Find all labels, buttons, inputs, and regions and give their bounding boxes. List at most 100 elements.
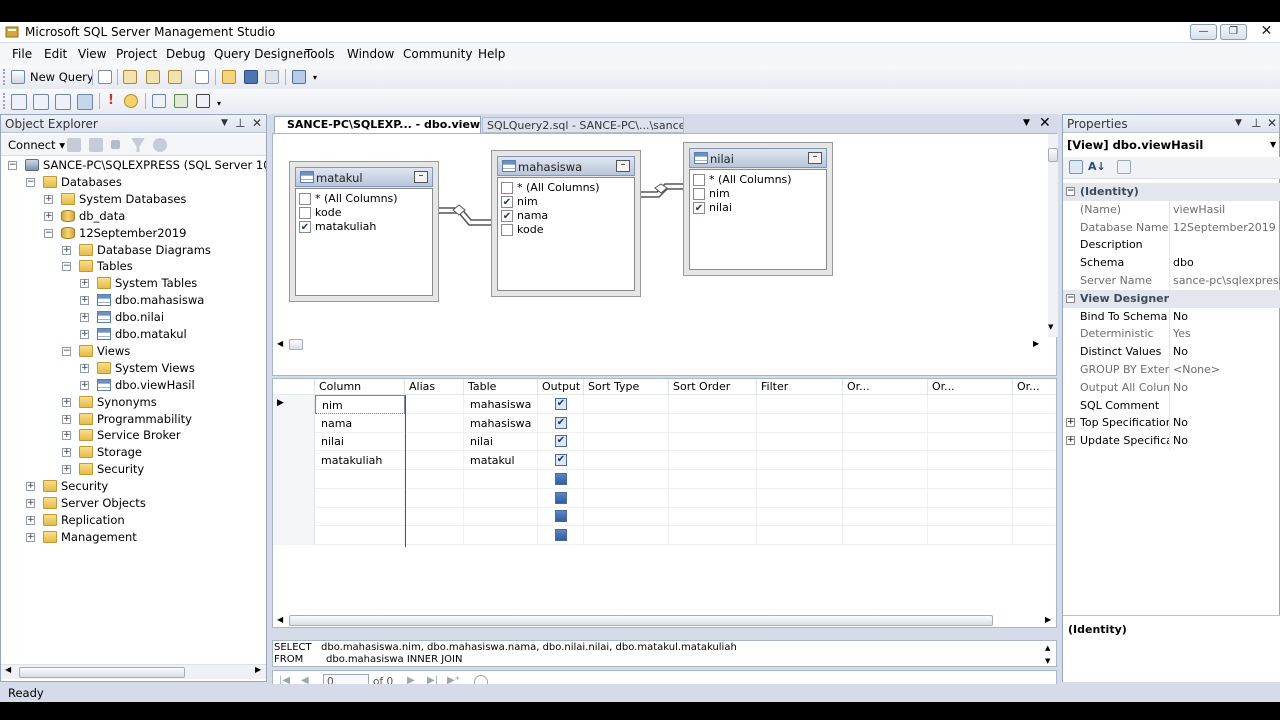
tab-list-dropdown-icon[interactable]: ▼ <box>1023 118 1030 128</box>
close-window-button[interactable]: ✕ <box>1254 24 1279 40</box>
property-value[interactable]: No <box>1173 308 1188 326</box>
grid-cell-empty[interactable] <box>669 451 757 471</box>
database-engine-query-icon[interactable] <box>123 70 137 84</box>
grid-cell-table[interactable] <box>464 507 538 527</box>
tree-node[interactable]: + Database Diagrams <box>1 242 266 259</box>
tree-node[interactable]: + Service Broker <box>1 427 266 444</box>
scroll-thumb[interactable] <box>289 339 303 350</box>
print-icon[interactable] <box>265 70 279 84</box>
verify-sql-icon[interactable] <box>124 94 138 108</box>
scroll-left-icon[interactable]: ◀ <box>277 615 283 624</box>
row-selector[interactable] <box>273 432 315 452</box>
grid-cell-empty[interactable] <box>1013 526 1056 545</box>
grid-cell-empty[interactable] <box>928 525 1013 545</box>
grid-cell-empty[interactable] <box>669 469 757 489</box>
grid-cell-table[interactable] <box>464 488 538 508</box>
menu-window[interactable]: Window <box>347 47 394 61</box>
grid-cell-alias[interactable] <box>405 451 464 471</box>
activity-monitor-icon[interactable] <box>292 70 306 84</box>
property-row[interactable]: Distinct Values No <box>1063 343 1280 362</box>
grid-cell-empty[interactable] <box>584 525 669 545</box>
expand-icon[interactable]: + <box>62 397 71 407</box>
alphabetical-icon[interactable]: A↓ <box>1088 160 1106 173</box>
categorized-icon[interactable] <box>1069 160 1083 174</box>
grid-cell-table[interactable] <box>464 525 538 545</box>
grid-row[interactable] <box>273 469 1056 489</box>
menu-file[interactable]: File <box>12 47 32 61</box>
row-selector[interactable] <box>273 525 315 545</box>
show-criteria-pane-icon[interactable] <box>33 94 49 110</box>
collapse-icon[interactable]: − <box>1066 293 1075 303</box>
tree-node[interactable]: − Tables <box>1 258 266 275</box>
diagram-vscrollbar[interactable]: ▼ <box>1048 134 1058 337</box>
grid-header-cell[interactable]: Table <box>464 379 538 395</box>
open-file-icon[interactable] <box>222 70 236 84</box>
execute-sql-icon[interactable]: ! <box>108 93 114 108</box>
property-value[interactable]: dbo <box>1173 254 1194 272</box>
expand-icon[interactable]: + <box>1066 418 1075 428</box>
show-sql-pane-icon[interactable] <box>55 94 71 110</box>
show-diagram-pane-icon[interactable] <box>11 94 27 110</box>
property-row[interactable]: + Top Specification No <box>1063 414 1280 433</box>
criteria-hscrollbar[interactable]: ◀ ▶ <box>273 613 1056 627</box>
expand-icon[interactable]: + <box>80 380 89 390</box>
grid-cell-empty[interactable] <box>843 451 928 471</box>
collapse-icon[interactable]: − <box>62 346 71 356</box>
collapse-icon[interactable]: − <box>62 262 71 272</box>
grid-cell-empty[interactable] <box>843 432 928 452</box>
output-checkbox[interactable] <box>555 528 567 541</box>
grid-row[interactable] <box>273 525 1056 545</box>
expand-icon[interactable]: + <box>80 330 89 339</box>
grid-header-cell[interactable]: Output <box>538 379 584 395</box>
grid-header-cell[interactable]: Or... <box>843 379 928 395</box>
stop-icon[interactable] <box>111 140 120 149</box>
grid-header-cell[interactable]: Or... <box>1013 379 1056 395</box>
save-icon[interactable] <box>244 70 258 84</box>
connect-button[interactable]: Connect ▾ <box>8 138 65 152</box>
tree-node[interactable]: + System Databases <box>1 191 266 208</box>
property-value[interactable]: No <box>1173 414 1188 432</box>
add-table-icon[interactable] <box>174 94 188 108</box>
expand-icon[interactable]: + <box>62 465 71 475</box>
property-category[interactable]: − (Identity) <box>1063 183 1280 201</box>
expand-icon[interactable]: + <box>62 414 71 424</box>
grid-cell-column[interactable] <box>315 525 405 545</box>
output-checkbox[interactable] <box>555 472 567 485</box>
grid-cell-alias[interactable] <box>405 432 464 452</box>
restore-button[interactable]: ❐ <box>1220 24 1247 40</box>
property-value[interactable]: Yes <box>1173 325 1191 343</box>
grid-cell-empty[interactable] <box>928 395 1013 414</box>
filter-icon[interactable] <box>131 138 145 152</box>
grid-cell-empty[interactable] <box>1013 470 1056 489</box>
expand-icon[interactable]: + <box>1066 436 1075 446</box>
grid-cell-table[interactable]: mahasiswa <box>464 413 538 433</box>
menu-edit[interactable]: Edit <box>44 47 67 61</box>
grid-cell-empty[interactable] <box>757 488 843 508</box>
grid-row[interactable]: ▶ nim mahasiswa ✔ <box>273 395 1056 414</box>
close-tab-icon[interactable]: ✕ <box>1039 115 1051 131</box>
grid-cell-empty[interactable] <box>669 413 757 433</box>
tree-node[interactable]: + dbo.viewHasil <box>1 377 266 394</box>
grid-header-cell[interactable]: Filter <box>757 379 843 395</box>
tree-node[interactable]: + Replication <box>1 512 266 529</box>
grid-cell-empty[interactable] <box>584 469 669 489</box>
scroll-down-icon[interactable]: ▼ <box>1045 655 1050 667</box>
property-row[interactable]: Description <box>1063 236 1280 255</box>
tree-node[interactable]: + Server Objects <box>1 495 266 512</box>
connect-object-explorer-icon[interactable] <box>67 138 81 152</box>
panel-dropdown-icon[interactable]: ▼ <box>221 118 228 128</box>
collapse-icon[interactable]: − <box>8 161 17 170</box>
grid-cell-alias[interactable] <box>405 395 464 414</box>
menu-view[interactable]: View <box>78 47 106 61</box>
grid-cell-empty[interactable] <box>757 395 843 414</box>
grid-cell-empty[interactable] <box>669 395 757 414</box>
tree-node[interactable]: + dbo.mahasiswa <box>1 292 266 309</box>
xmla-query-icon[interactable] <box>195 70 209 84</box>
grid-header-cell[interactable]: Sort Order <box>669 379 757 395</box>
property-value[interactable]: <None> <box>1173 361 1220 379</box>
scroll-thumb[interactable] <box>1048 148 1058 162</box>
grid-cell-empty[interactable] <box>1013 414 1056 433</box>
grid-cell-empty[interactable] <box>584 507 669 527</box>
tree-node[interactable]: + Security <box>1 461 266 478</box>
grid-cell-alias[interactable] <box>405 413 464 433</box>
